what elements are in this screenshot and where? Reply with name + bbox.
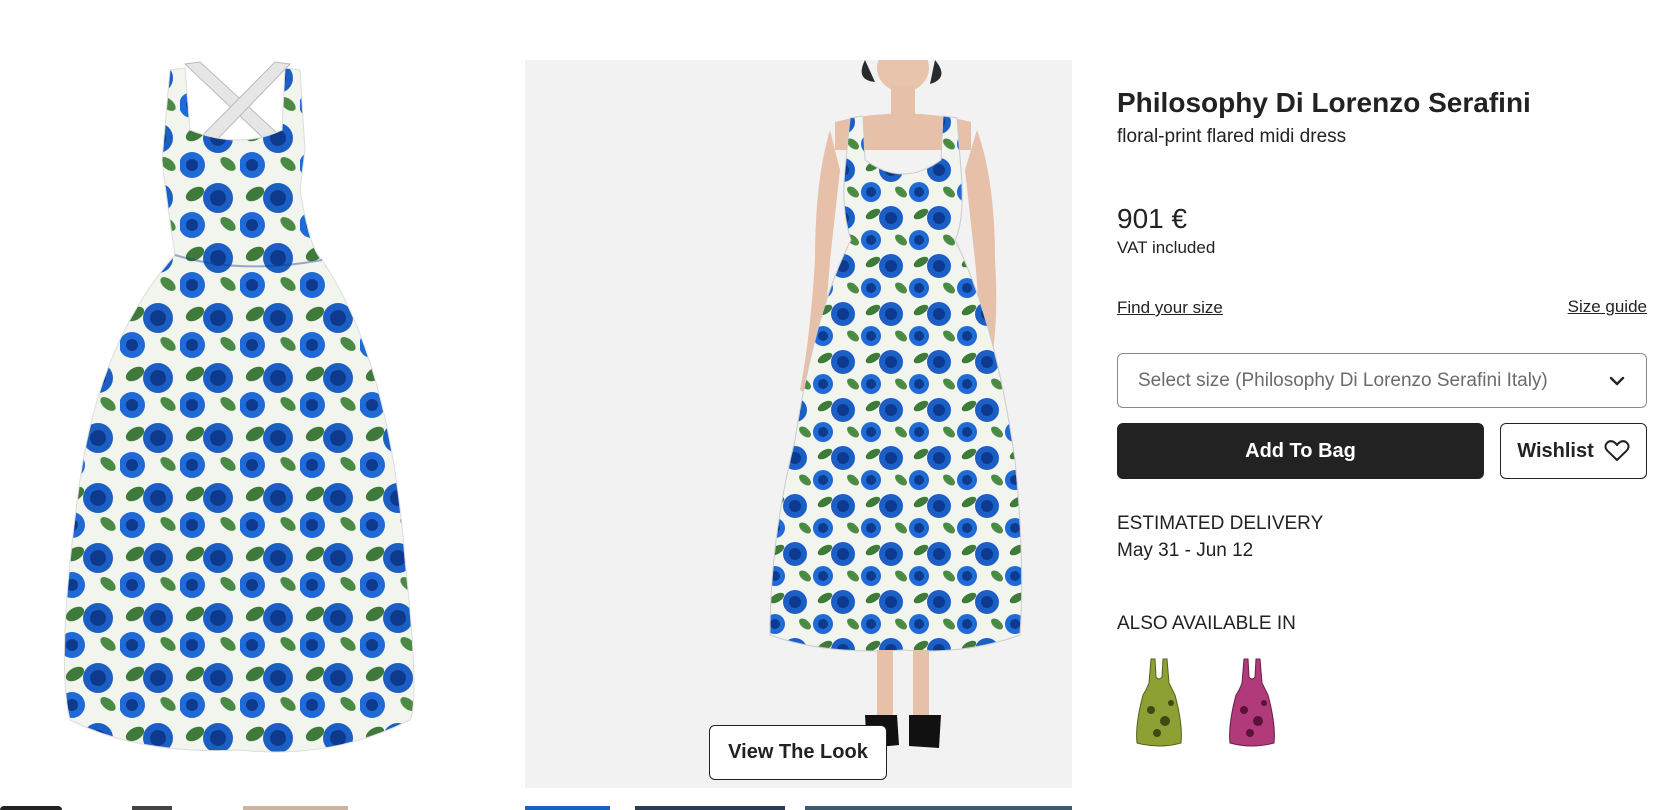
thumbnail-2[interactable] [243, 806, 348, 810]
product-info-panel: Philosophy Di Lorenzo Serafini floral-pr… [1117, 0, 1647, 810]
estimated-delivery-title: ESTIMATED DELIVERY [1117, 513, 1324, 534]
size-guide-link[interactable]: Size guide [1568, 297, 1647, 317]
vat-note: VAT included [1117, 238, 1216, 257]
thumbnail-scroll-handle[interactable] [0, 806, 62, 810]
thumbnail-1[interactable] [132, 806, 172, 810]
variant-green-dress-image [1136, 658, 1182, 747]
dress-flat-illustration [63, 61, 415, 753]
heart-icon [1604, 440, 1630, 461]
wishlist-button[interactable]: Wishlist [1500, 423, 1647, 479]
variant-pink-dress-image [1229, 658, 1275, 747]
chevron-down-icon [1609, 376, 1625, 386]
variant-green[interactable] [1129, 655, 1189, 750]
size-select-placeholder: Select size (Philosophy Di Lorenzo Seraf… [1138, 369, 1548, 391]
product-price: 901 € [1117, 203, 1188, 234]
variant-pink[interactable] [1222, 655, 1282, 750]
product-page: View The Look Philosophy Di Lorenzo Sera… [0, 0, 1673, 810]
product-name: floral-print flared midi dress [1117, 126, 1347, 147]
find-your-size-link[interactable]: Find your size [1117, 298, 1223, 318]
model-illustration [769, 60, 1023, 748]
size-select[interactable]: Select size (Philosophy Di Lorenzo Seraf… [1117, 353, 1647, 408]
thumbnail-4[interactable] [635, 806, 785, 810]
add-to-bag-button[interactable]: Add To Bag [1117, 423, 1484, 479]
thumbnail-3[interactable] [525, 806, 610, 810]
product-image-flat[interactable] [0, 60, 524, 788]
estimated-delivery-dates: May 31 - Jun 12 [1117, 540, 1254, 561]
product-image-model[interactable] [525, 60, 1072, 788]
wishlist-label: Wishlist [1517, 439, 1594, 462]
brand-name[interactable]: Philosophy Di Lorenzo Serafini [1117, 87, 1531, 119]
view-the-look-button[interactable]: View The Look [709, 725, 887, 780]
thumbnail-5[interactable] [805, 806, 1072, 810]
also-available-title: ALSO AVAILABLE IN [1117, 613, 1296, 634]
